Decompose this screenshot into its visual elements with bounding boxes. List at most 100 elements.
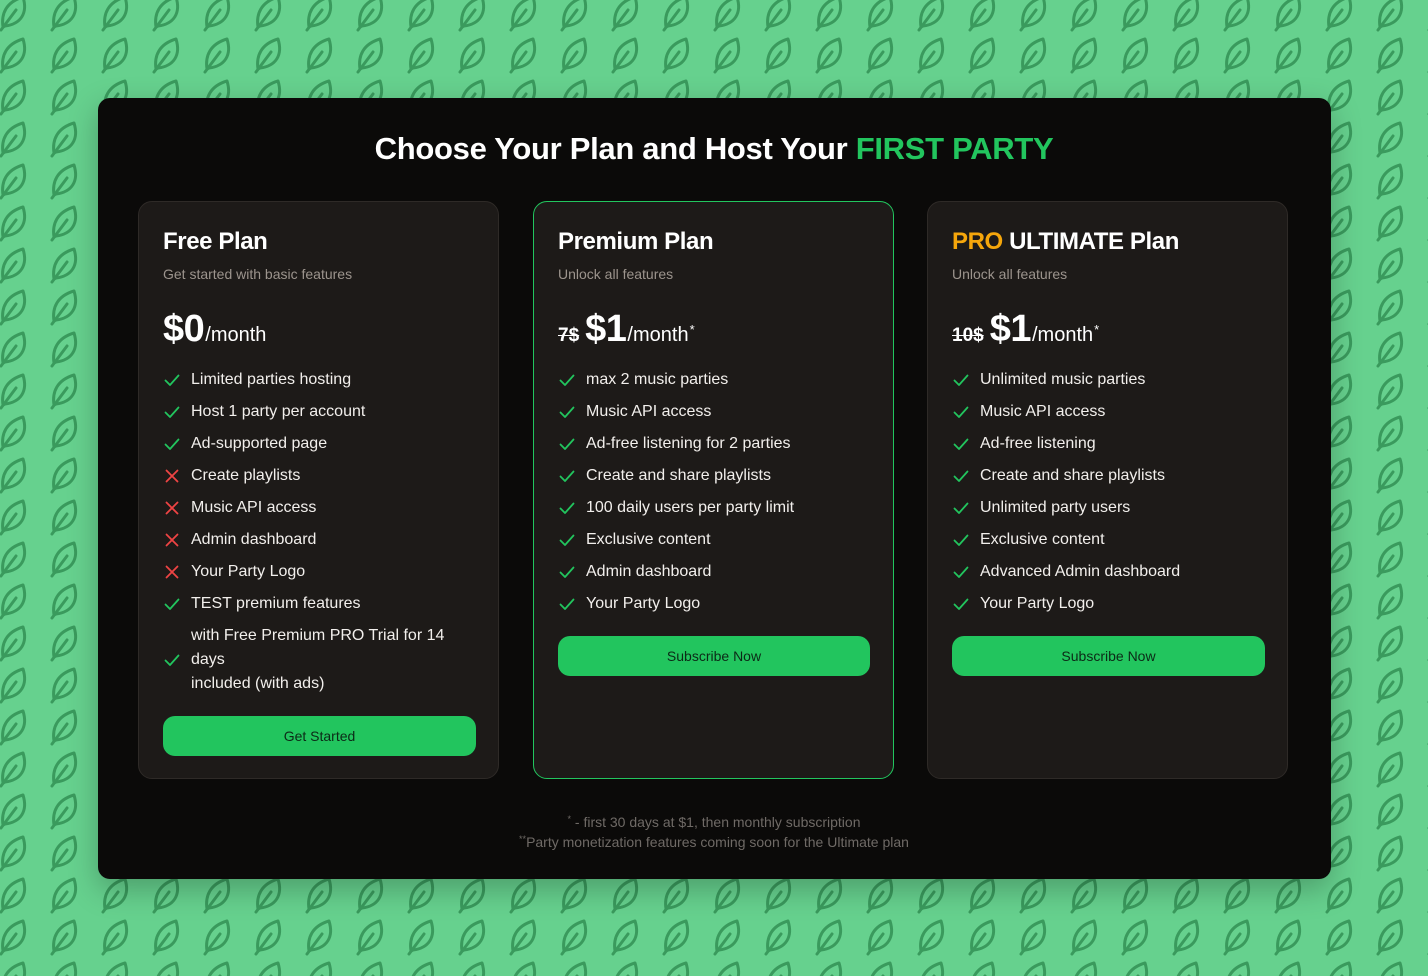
feature-item: Advanced Admin dashboard (952, 556, 1271, 588)
feature-text: Your Party Logo (191, 563, 306, 580)
cross-icon (165, 533, 179, 547)
title-highlight: FIRST PARTY (855, 131, 1054, 166)
check-icon (953, 470, 969, 482)
plan-subtitle: Unlock all features (558, 266, 674, 282)
check-icon (164, 406, 180, 418)
footnote-text: Party monetization features coming soon … (526, 834, 909, 850)
check-icon (559, 566, 575, 578)
check-icon (559, 534, 575, 546)
feature-item: Limited parties hosting (163, 364, 482, 396)
plan-title: Free Plan (163, 228, 268, 255)
footnote-text: - first 30 days at $1, then monthly subs… (571, 814, 861, 830)
check-icon (559, 438, 575, 450)
price-period: /month (1031, 324, 1094, 346)
get-started-button[interactable]: Get Started (163, 716, 476, 756)
feature-text: Music API access (586, 403, 712, 420)
feature-text: Unlimited party users (980, 499, 1131, 516)
check-icon (953, 598, 969, 610)
feature-text: Ad-free listening (980, 435, 1096, 452)
feature-item: 100 daily users per party limit (558, 492, 877, 524)
feature-text: 100 daily users per party limit (586, 499, 795, 516)
check-icon (164, 374, 180, 386)
check-icon (164, 598, 180, 610)
plan-title-highlight: PRO (952, 228, 1003, 255)
subscribe-ultimate-button[interactable]: Subscribe Now (952, 636, 1265, 676)
check-icon (953, 534, 969, 546)
footnote-marker: ** (519, 834, 527, 844)
check-icon (164, 654, 180, 666)
plan-price: 7$ $1/month * (558, 308, 695, 352)
cross-icon (165, 469, 179, 483)
feature-item: Host 1 party per account (163, 396, 482, 428)
price-amount: $1 (585, 308, 627, 350)
check-icon (559, 598, 575, 610)
feature-item: Create playlists (163, 460, 482, 492)
check-icon (559, 470, 575, 482)
check-icon (953, 502, 969, 514)
plan-price: 10$ $1/month * (952, 308, 1099, 352)
subscribe-premium-button[interactable]: Subscribe Now (558, 636, 870, 676)
feature-item: Admin dashboard (558, 556, 877, 588)
feature-item: Unlimited music parties (952, 364, 1271, 396)
price-old: 7$ (558, 325, 580, 346)
price-amount: $0 (163, 308, 205, 350)
feature-text: Admin dashboard (586, 563, 712, 580)
check-icon (953, 374, 969, 386)
plan-title: Premium Plan (558, 228, 714, 255)
feature-text: Host 1 party per account (191, 403, 366, 420)
cross-icon (165, 565, 179, 579)
check-icon (164, 438, 180, 450)
check-icon (559, 406, 575, 418)
feature-text: Unlimited music parties (980, 371, 1146, 388)
feature-text: Your Party Logo (586, 595, 701, 612)
footnote: **Party monetization features coming soo… (0, 832, 1428, 852)
feature-text: Your Party Logo (980, 595, 1095, 612)
feature-list: Limited parties hosting Host 1 party per … (163, 364, 482, 696)
plan-title: PRO ULTIMATE Plan (952, 228, 1179, 256)
plan-card-free: Free Plan Get started with basic feature… (138, 201, 499, 779)
feature-item: Music API access (558, 396, 877, 428)
feature-item: Admin dashboard (163, 524, 482, 556)
footnotes: * - first 30 days at $1, then monthly su… (0, 812, 1428, 852)
feature-item: Create and share playlists (952, 460, 1271, 492)
plan-title-text: ULTIMATE Plan (1009, 228, 1179, 255)
price-amount: $1 (989, 308, 1032, 350)
price-old: 10$ (952, 325, 984, 346)
plan-subtitle: Unlock all features (952, 266, 1068, 282)
feature-text: Exclusive content (980, 531, 1105, 548)
feature-text: Create and share playlists (980, 467, 1165, 484)
feature-text: TEST premium features (191, 595, 361, 612)
check-icon (559, 374, 575, 386)
check-icon (953, 406, 969, 418)
feature-item: Your Party Logo (558, 588, 877, 620)
plan-subtitle: Get started with basic features (163, 266, 353, 282)
feature-text: Create and share playlists (586, 467, 771, 484)
feature-list: Unlimited music parties Music API access A… (952, 364, 1271, 620)
feature-item: Unlimited party users (952, 492, 1271, 524)
feature-item: Your Party Logo (163, 556, 482, 588)
title-prefix: Choose Your Plan and Host Your (374, 131, 856, 166)
feature-text: Limited parties hosting (191, 371, 352, 388)
plan-card-pro-ultimate: PRO ULTIMATE Plan Unlock all features 10… (927, 201, 1288, 779)
check-icon (559, 502, 575, 514)
plan-card-premium: Premium Plan Unlock all features 7$ $1/mo… (533, 201, 894, 779)
price-footnote-marker: * (1094, 322, 1100, 337)
feature-item: Exclusive content (558, 524, 877, 556)
feature-text: Advanced Admin dashboard (980, 563, 1181, 580)
feature-item: Create and share playlists (558, 460, 877, 492)
feature-item: Music API access (952, 396, 1271, 428)
feature-text: Exclusive content (586, 531, 711, 548)
check-icon (953, 566, 969, 578)
check-icon (953, 438, 969, 450)
feature-text: with Free Premium PRO Trial for 14 days … (191, 627, 445, 692)
footnote-marker: * (567, 814, 572, 824)
feature-item: Ad-free listening for 2 parties (558, 428, 877, 460)
feature-text: max 2 music parties (586, 371, 729, 388)
feature-text: Music API access (191, 499, 317, 516)
feature-item: TEST premium features (163, 588, 482, 620)
footnote: * - first 30 days at $1, then monthly su… (0, 812, 1428, 832)
feature-item: Music API access (163, 492, 482, 524)
feature-item: Your Party Logo (952, 588, 1271, 620)
feature-text: Admin dashboard (191, 531, 317, 548)
feature-list: max 2 music parties Music API access Ad-fr… (558, 364, 877, 620)
